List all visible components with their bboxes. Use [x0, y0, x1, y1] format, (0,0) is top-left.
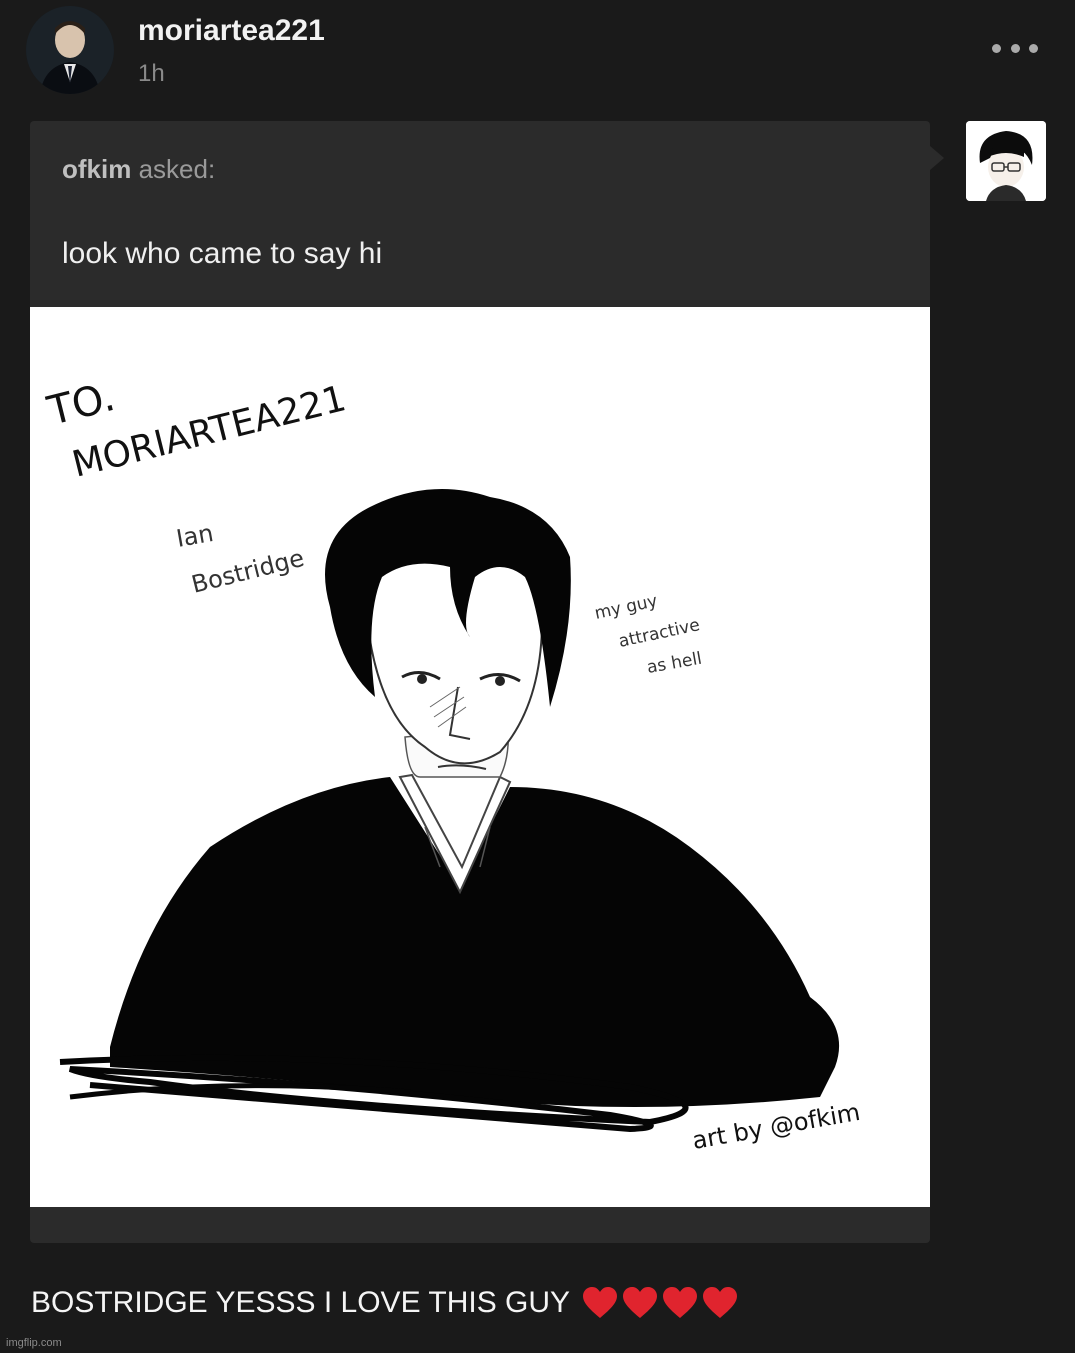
poster-avatar-image	[26, 6, 114, 94]
asker-username[interactable]: ofkim	[62, 154, 131, 184]
heart-icon	[623, 1287, 658, 1318]
poster-username[interactable]: moriartea221	[138, 14, 325, 48]
answer-text: BOSTRIDGE YESSS I LOVE THIS GUY	[31, 1286, 571, 1319]
asked-label: asked:	[138, 154, 216, 184]
imgflip-watermark: imgflip.com	[6, 1337, 62, 1349]
fanart-drawing: TO. MORIARTEA221 Ian Bostridge my guy at…	[30, 307, 930, 1207]
poster-avatar[interactable]	[26, 6, 114, 94]
hearts-group	[582, 1286, 738, 1320]
asker-avatar[interactable]	[966, 121, 1046, 201]
more-dot	[992, 43, 1001, 53]
heart-icon	[583, 1287, 618, 1318]
post-timestamp[interactable]: 1h	[138, 60, 165, 88]
ask-header: ofkim asked:	[62, 154, 215, 185]
more-dot	[1010, 43, 1020, 53]
more-dot	[1029, 43, 1038, 53]
fanart-image[interactable]: TO. MORIARTEA221 Ian Bostridge my guy at…	[30, 307, 930, 1207]
heart-icon	[703, 1287, 738, 1318]
ask-pointer	[930, 146, 944, 170]
heart-icon	[663, 1287, 698, 1318]
more-options-icon[interactable]	[992, 34, 1038, 62]
ask-question: look who came to say hi	[62, 237, 383, 270]
answer-text-row: BOSTRIDGE YESSS I LOVE THIS GUY	[31, 1286, 738, 1320]
ask-card: ofkim asked: look who came to say hi TO.…	[30, 121, 930, 1243]
asker-avatar-image	[966, 121, 1046, 201]
